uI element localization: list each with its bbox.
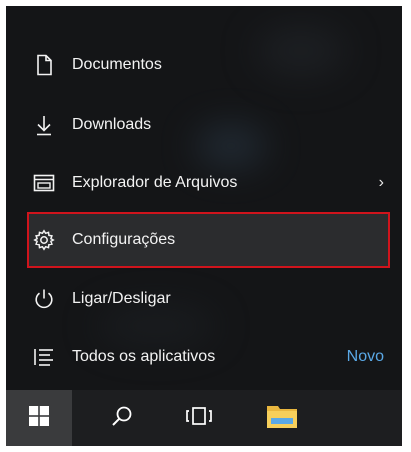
document-icon [32, 53, 56, 77]
menu-item-all-apps[interactable]: Todos os aplicativos Novo [26, 332, 396, 382]
menu-item-label: Ligar/Desligar [72, 290, 171, 307]
menu-item-label: Explorador de Arquivos [72, 174, 238, 191]
chevron-right-icon[interactable]: › [379, 174, 384, 192]
menu-item-label: Todos os aplicativos [72, 348, 216, 365]
settings-gear-icon [32, 228, 56, 252]
search-button[interactable] [89, 390, 155, 446]
new-badge: Novo [346, 348, 384, 365]
menu-item-settings[interactable]: Configurações [27, 212, 390, 268]
menu-item-label: Configurações [72, 231, 176, 248]
all-apps-list-icon [32, 345, 56, 369]
menu-item-file-explorer[interactable]: Explorador de Arquivos › [26, 158, 396, 208]
download-icon [32, 113, 56, 137]
menu-item-power[interactable]: Ligar/Desligar [26, 274, 396, 324]
file-explorer-taskbar-button[interactable] [249, 390, 315, 446]
menu-item-documentos[interactable]: Documentos [26, 40, 396, 90]
start-button[interactable] [6, 390, 72, 446]
menu-item-downloads[interactable]: Downloads [26, 100, 396, 150]
start-menu: Documentos Downloads Explorador de Arqui… [6, 6, 402, 446]
file-explorer-folder-icon [266, 402, 298, 435]
power-icon [32, 287, 56, 311]
search-icon [110, 404, 134, 433]
menu-item-label: Downloads [72, 116, 152, 133]
taskbar [6, 390, 402, 446]
task-view-icon [185, 405, 213, 432]
file-explorer-icon [32, 171, 56, 195]
menu-item-label: Documentos [72, 56, 162, 73]
task-view-button[interactable] [166, 390, 232, 446]
windows-start-icon [28, 405, 50, 432]
